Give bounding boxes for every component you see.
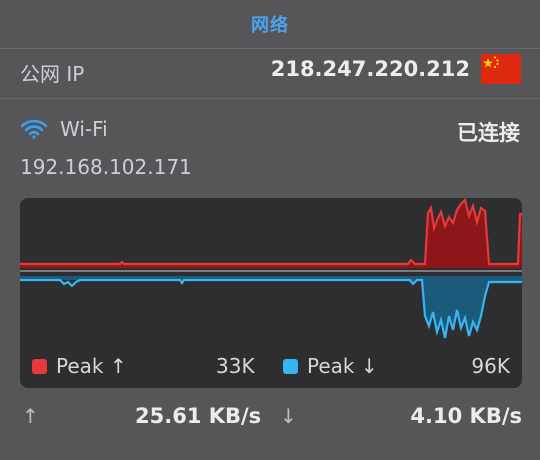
download-arrow-icon: ↓ bbox=[280, 404, 297, 428]
public-ip-label: 公网 IP bbox=[20, 62, 85, 86]
public-ip-value[interactable]: 218.247.220.212 bbox=[271, 57, 470, 81]
wifi-status: 已连接 bbox=[457, 121, 520, 145]
download-speed: 4.10 KB/s bbox=[410, 404, 522, 428]
upload-area bbox=[20, 200, 522, 268]
legend-download-value: 96K bbox=[471, 354, 510, 378]
public-ip-row: 公网 IP 218.247.220.212 bbox=[0, 48, 540, 98]
network-graph: Peak ↑ 33K Peak ↓ 96K bbox=[20, 198, 522, 388]
china-flag-icon bbox=[481, 54, 521, 84]
legend-upload-label: Peak ↑ bbox=[56, 354, 127, 378]
section-header: 网络 bbox=[0, 0, 540, 48]
upload-swatch bbox=[32, 359, 47, 374]
download-swatch bbox=[283, 359, 298, 374]
graph-legend: Peak ↑ 33K Peak ↓ 96K bbox=[20, 348, 522, 384]
legend-upload-value: 33K bbox=[216, 354, 255, 378]
upload-speed: 25.61 KB/s bbox=[135, 404, 262, 428]
wifi-icon bbox=[20, 119, 48, 139]
speed-row: ↑ 25.61 KB/s ↓ 4.10 KB/s bbox=[0, 400, 540, 436]
upload-arrow-icon: ↑ bbox=[22, 404, 39, 428]
section-title: 网络 bbox=[251, 15, 289, 36]
local-ip-value[interactable]: 192.168.102.171 bbox=[20, 155, 192, 179]
wifi-label: Wi-Fi bbox=[60, 117, 108, 141]
divider bbox=[0, 98, 540, 99]
legend-download-label: Peak ↓ bbox=[307, 354, 378, 378]
